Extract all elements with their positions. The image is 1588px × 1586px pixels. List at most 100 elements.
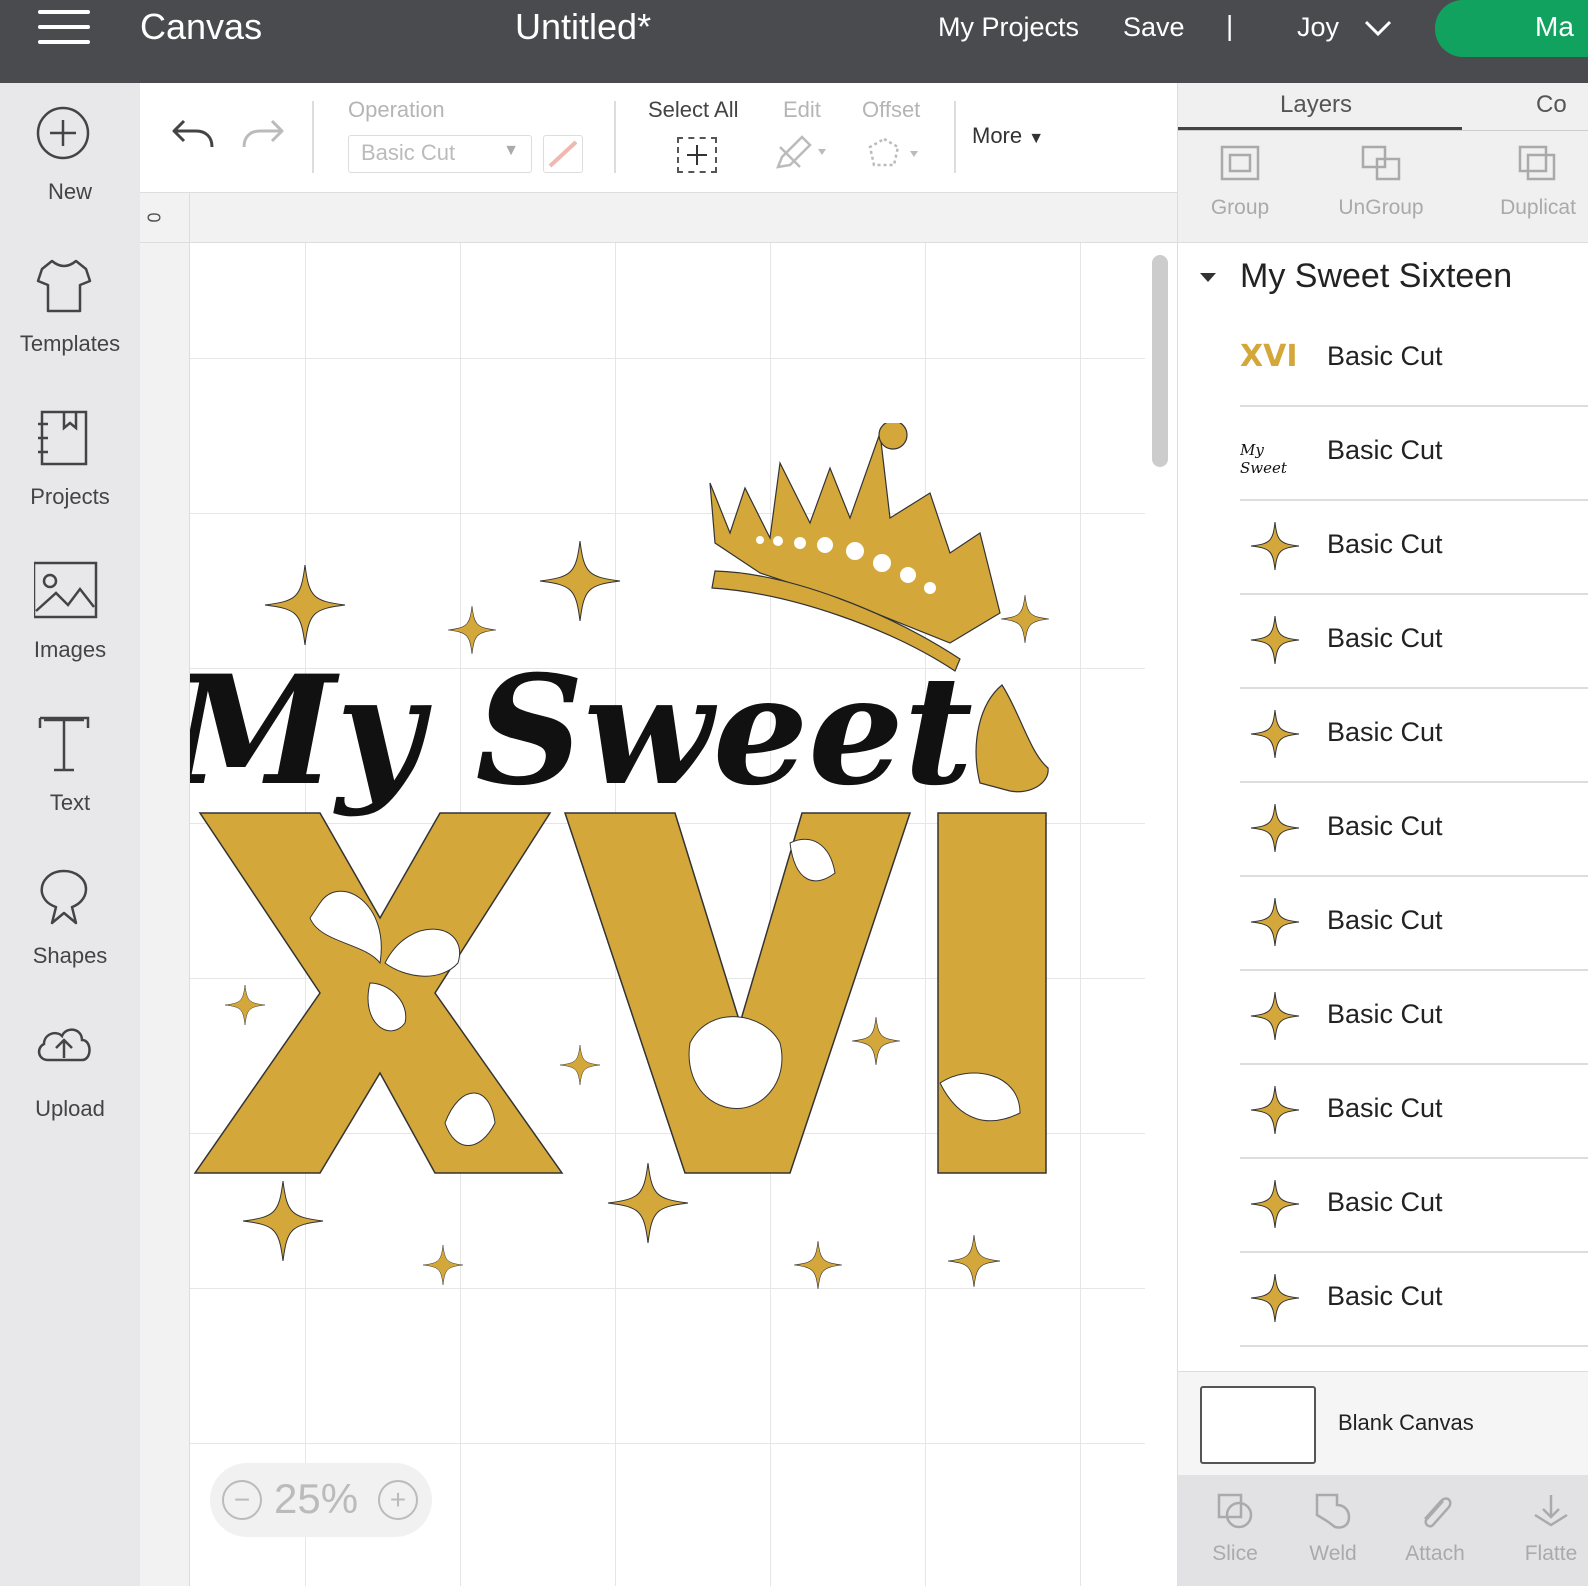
xvi-letters — [193, 812, 1047, 1174]
plus-circle-icon — [36, 106, 90, 160]
slice-icon — [1217, 1493, 1253, 1529]
sidebar-item-projects[interactable]: Projects — [0, 408, 140, 548]
save-button[interactable]: Save — [1123, 12, 1185, 43]
tshirt-icon — [36, 259, 92, 313]
star-icon — [1250, 1273, 1300, 1323]
sidebar-item-upload[interactable]: Upload — [0, 1020, 140, 1160]
document-title[interactable]: Untitled* — [515, 6, 651, 48]
undo-icon[interactable] — [170, 115, 216, 155]
operation-select[interactable]: Basic Cut ▼ — [348, 135, 532, 173]
layer-row[interactable]: Basic Cut — [1240, 1159, 1588, 1253]
flatten-button[interactable]: Flatte — [1513, 1491, 1588, 1566]
star-icon — [1250, 1085, 1300, 1135]
sidebar-item-images[interactable]: Images — [0, 561, 140, 701]
select-all-icon[interactable] — [677, 137, 717, 173]
layer-name: Basic Cut — [1327, 623, 1443, 653]
select-all-label[interactable]: Select All — [648, 97, 739, 123]
layer-row[interactable]: Basic Cut — [1240, 1253, 1588, 1347]
vertical-scrollbar[interactable] — [1152, 255, 1168, 467]
star-icon — [1250, 803, 1300, 853]
layer-row[interactable]: Basic Cut — [1240, 1065, 1588, 1159]
ungroup-icon — [1361, 145, 1401, 181]
layer-row[interactable]: Basic Cut — [1240, 971, 1588, 1065]
layer-thumbnail: XVI — [1240, 333, 1310, 383]
xvi-thumb-text: XVI — [1240, 339, 1298, 374]
star-icon — [1250, 615, 1300, 665]
duplicate-button[interactable]: Duplicat — [1488, 143, 1588, 220]
caret-down-icon: ▼ — [503, 142, 519, 159]
ungroup-button[interactable]: UnGroup — [1333, 143, 1429, 220]
tab-layers[interactable]: Layers — [1280, 91, 1352, 119]
sidebar-item-templates[interactable]: Templates — [0, 255, 140, 395]
sidebar-item-shapes[interactable]: Shapes — [0, 867, 140, 1007]
flatten-label: Flatte — [1524, 1542, 1578, 1565]
attach-button[interactable]: Attach — [1398, 1491, 1472, 1566]
star-icon — [1250, 521, 1300, 571]
menu-icon[interactable] — [38, 10, 90, 50]
star-shape — [539, 540, 621, 622]
blank-canvas-row[interactable]: Blank Canvas — [1178, 1371, 1588, 1475]
star-shape — [242, 1180, 324, 1262]
sidebar-item-new[interactable]: New — [0, 103, 140, 243]
sidebar-label-upload: Upload — [35, 1096, 105, 1121]
my-projects-link[interactable]: My Projects — [938, 12, 1079, 43]
make-it-label: Ma — [1535, 11, 1574, 42]
ungroup-label: UnGroup — [1338, 196, 1424, 219]
redo-icon[interactable] — [240, 115, 286, 155]
star-shape — [264, 564, 346, 646]
sidebar-label-text: Text — [49, 790, 91, 815]
sidebar-item-text[interactable]: Text — [0, 714, 140, 854]
right-panel: Layers Co Group UnGroup Duplicat My Swee… — [1177, 83, 1588, 1586]
make-it-button[interactable]: Ma — [1435, 0, 1588, 57]
sidebar-label-projects: Projects — [30, 484, 110, 509]
more-button[interactable]: More ▼ — [972, 123, 1044, 149]
layer-row[interactable]: Basic Cut — [1240, 689, 1588, 783]
weld-button[interactable]: Weld — [1298, 1491, 1368, 1566]
user-menu[interactable]: Joy — [1297, 12, 1339, 43]
design-canvas[interactable]: 0 My Sweet − 25% + — [140, 193, 1177, 1586]
layer-name: Basic Cut — [1327, 435, 1443, 465]
layer-row[interactable]: Basic Cut — [1240, 783, 1588, 877]
offset-icon[interactable] — [866, 135, 926, 175]
layer-name: Basic Cut — [1327, 811, 1443, 841]
edit-pencil-icon[interactable] — [774, 133, 834, 173]
pen-color-swatch[interactable] — [543, 135, 583, 173]
layer-group-title: My Sweet Sixteen — [1240, 257, 1513, 295]
design-artwork[interactable]: My Sweet — [190, 423, 1120, 1303]
top-separator: | — [1226, 10, 1234, 41]
star-shape — [947, 1234, 1001, 1288]
ruler-zero-label: 0 — [143, 212, 164, 223]
left-sidebar: New Templates Projects Images Text Shape… — [0, 83, 140, 1586]
layer-row[interactable]: Basic Cut — [1240, 877, 1588, 971]
slice-button[interactable]: Slice — [1200, 1491, 1270, 1566]
zoom-in-button[interactable]: + — [378, 1480, 418, 1520]
layer-group-header[interactable]: My Sweet Sixteen — [1178, 243, 1588, 313]
shapes-icon — [40, 869, 88, 925]
collapse-caret-icon[interactable] — [1200, 273, 1216, 282]
toolbar-divider — [954, 101, 956, 173]
blank-canvas-label: Blank Canvas — [1338, 1410, 1474, 1435]
layer-tools: Group UnGroup Duplicat — [1178, 131, 1588, 243]
layers-list: XVI Basic Cut My Sweet Basic Cut Basic C… — [1240, 313, 1588, 1373]
layer-action-bar: Slice Weld Attach Flatte — [1178, 1475, 1588, 1586]
layer-row[interactable]: Basic Cut — [1240, 595, 1588, 689]
layer-row[interactable]: My Sweet Basic Cut — [1240, 407, 1588, 501]
panel-tabs: Layers Co — [1178, 83, 1588, 131]
active-tab-indicator — [1178, 127, 1462, 130]
group-button[interactable]: Group — [1208, 143, 1272, 220]
star-icon — [1250, 709, 1300, 759]
chevron-down-icon[interactable] — [1364, 18, 1392, 38]
tab-color-sync[interactable]: Co — [1536, 91, 1567, 119]
duplicate-icon — [1518, 145, 1556, 181]
app-title: Canvas — [140, 6, 263, 47]
butterfly-shape — [975, 684, 1049, 793]
zoom-out-button[interactable]: − — [222, 1480, 262, 1520]
layer-row[interactable]: Basic Cut — [1240, 501, 1588, 595]
blank-canvas-swatch[interactable] — [1200, 1386, 1316, 1464]
star-icon — [1250, 1179, 1300, 1229]
duplicate-label: Duplicat — [1500, 196, 1576, 219]
layer-name: Basic Cut — [1327, 341, 1443, 371]
layer-row[interactable]: XVI Basic Cut — [1240, 313, 1588, 407]
toolbar-divider — [312, 101, 314, 173]
notebook-icon — [38, 410, 88, 466]
